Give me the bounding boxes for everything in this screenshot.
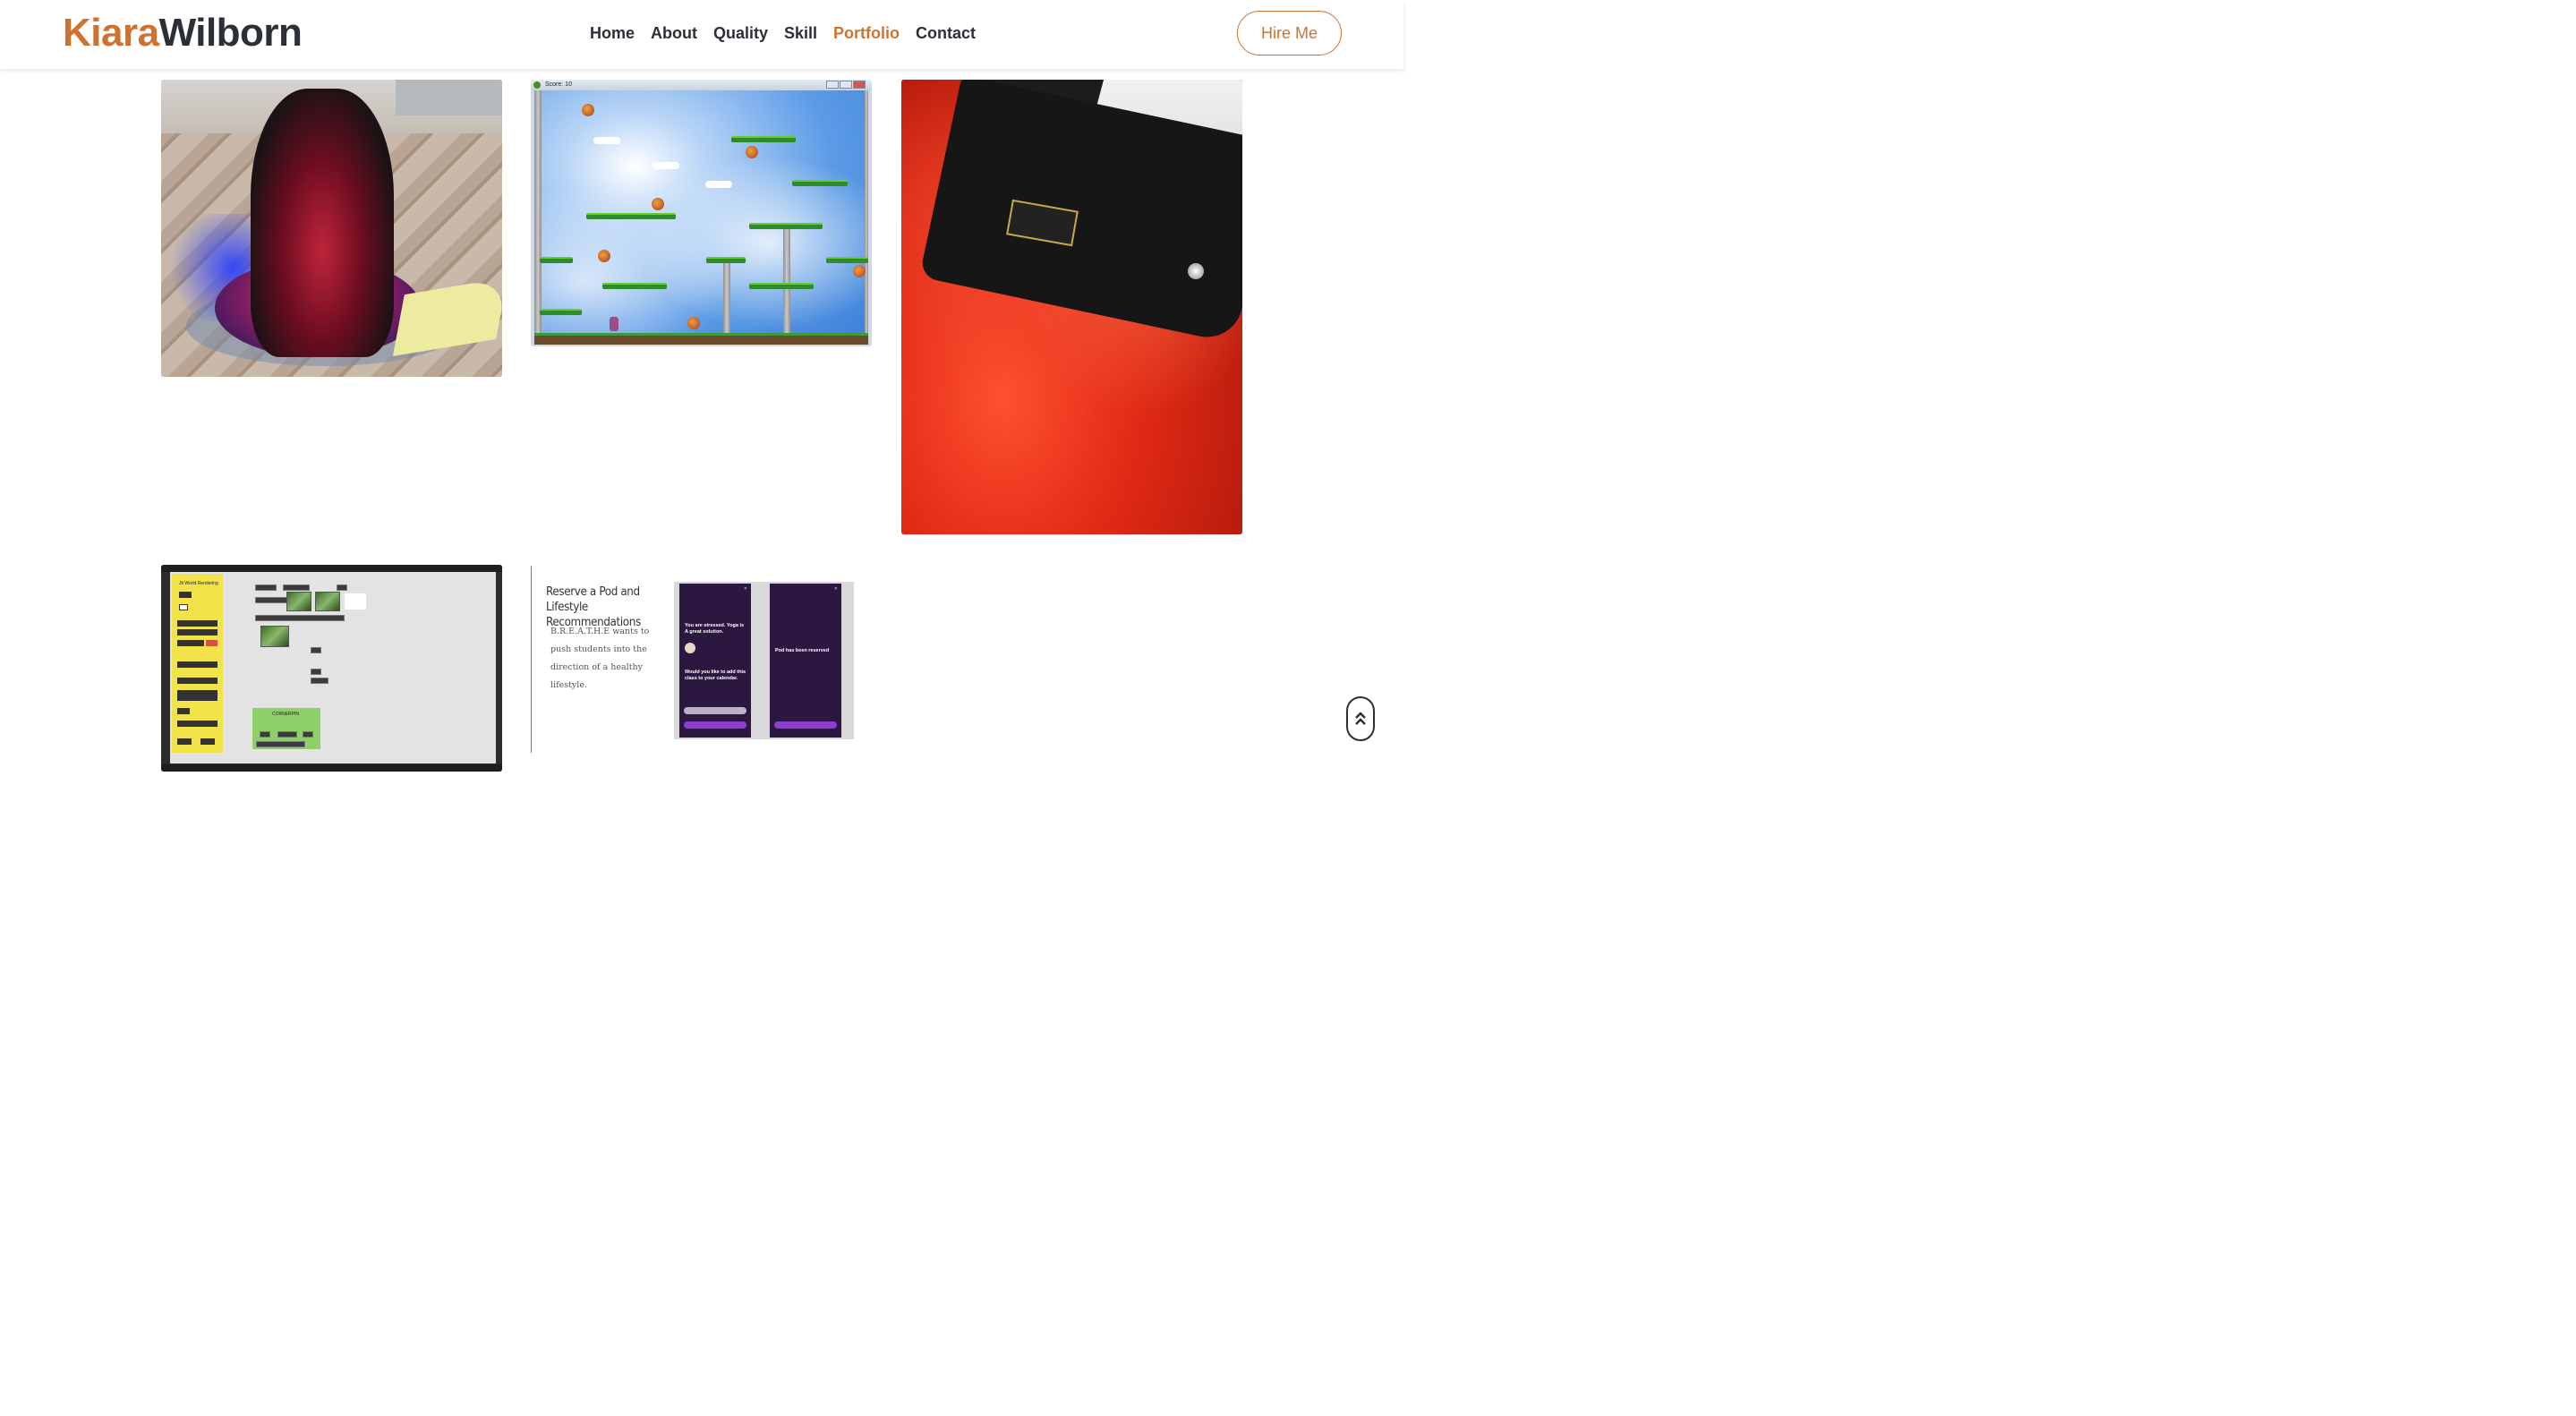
avatar bbox=[685, 643, 695, 653]
nav-home[interactable]: Home bbox=[582, 21, 643, 45]
enemy-sprite bbox=[652, 198, 664, 210]
phone-yoga-question: Would you like to add this class to your… bbox=[685, 670, 746, 681]
site-header: KiaraWilborn Home About Quality Skill Po… bbox=[0, 0, 1403, 69]
portfolio-item-breathe-app[interactable]: Reserve a Pod and Lifestyle Recommendati… bbox=[531, 565, 872, 772]
portfolio-item-game-screenshot[interactable]: Score: 10 bbox=[531, 80, 872, 346]
phone-screen-yoga: ✕ You are stressed. Yoga is A great solu… bbox=[679, 584, 751, 738]
phone-reserved-text: Pod has been reserved bbox=[775, 648, 830, 653]
minimize-icon bbox=[826, 81, 839, 89]
enemy-sprite bbox=[746, 146, 758, 158]
player-sprite bbox=[610, 317, 618, 331]
game-app-icon bbox=[533, 81, 541, 89]
portfolio-item-dress-photo[interactable] bbox=[161, 80, 502, 377]
close-icon bbox=[853, 81, 866, 89]
portfolio-item-jitter-patch[interactable]: Jit World Rendering CORNERPIN bbox=[161, 565, 502, 772]
patch-sidebar: Jit World Rendering bbox=[172, 574, 223, 753]
enemy-sprite bbox=[853, 265, 866, 277]
back-to-top-button[interactable] bbox=[1346, 696, 1375, 741]
breathe-description: B.R.E.A.T.H.E wants to push students int… bbox=[550, 627, 650, 690]
hire-me-button[interactable]: Hire Me bbox=[1237, 11, 1342, 55]
site-logo[interactable]: KiaraWilborn bbox=[63, 9, 303, 57]
nav-portfolio[interactable]: Portfolio bbox=[825, 21, 908, 45]
patch-sidebar-title: Jit World Rendering bbox=[179, 581, 218, 586]
enemy-sprite bbox=[582, 104, 594, 116]
enemy-sprite bbox=[598, 250, 610, 262]
nav-about[interactable]: About bbox=[643, 21, 705, 45]
main-nav: Home About Quality Skill Portfolio Conta… bbox=[582, 21, 984, 45]
cornerpin-panel: CORNERPIN bbox=[252, 708, 320, 749]
close-icon: ✕ bbox=[743, 586, 747, 592]
phone-add-button bbox=[684, 707, 746, 714]
nav-contact[interactable]: Contact bbox=[908, 21, 984, 45]
maximize-icon bbox=[840, 81, 852, 89]
game-window-title: Score: 10 bbox=[545, 81, 572, 88]
phone-screen-reserved: ✕ Pod has been reserved bbox=[770, 584, 841, 738]
cornerpin-label: CORNERPIN bbox=[272, 712, 300, 717]
portfolio-item-wearable-circuit-photo[interactable] bbox=[901, 80, 1242, 534]
nav-skill[interactable]: Skill bbox=[776, 21, 825, 45]
breathe-phone-mockups: ✕ You are stressed. Yoga is A great solu… bbox=[674, 582, 854, 739]
double-chevron-up-icon bbox=[1355, 712, 1366, 725]
phone-done-button bbox=[774, 721, 837, 729]
logo-first-name: Kiara bbox=[63, 11, 159, 55]
enemy-sprite bbox=[687, 317, 700, 329]
phone-decline-button bbox=[684, 721, 746, 729]
nav-quality[interactable]: Quality bbox=[705, 21, 776, 45]
logo-last-name: Wilborn bbox=[158, 11, 303, 55]
game-window-titlebar: Score: 10 bbox=[531, 80, 872, 90]
phone-yoga-text: You are stressed. Yoga is A great soluti… bbox=[685, 623, 745, 635]
close-icon: ✕ bbox=[833, 586, 838, 592]
